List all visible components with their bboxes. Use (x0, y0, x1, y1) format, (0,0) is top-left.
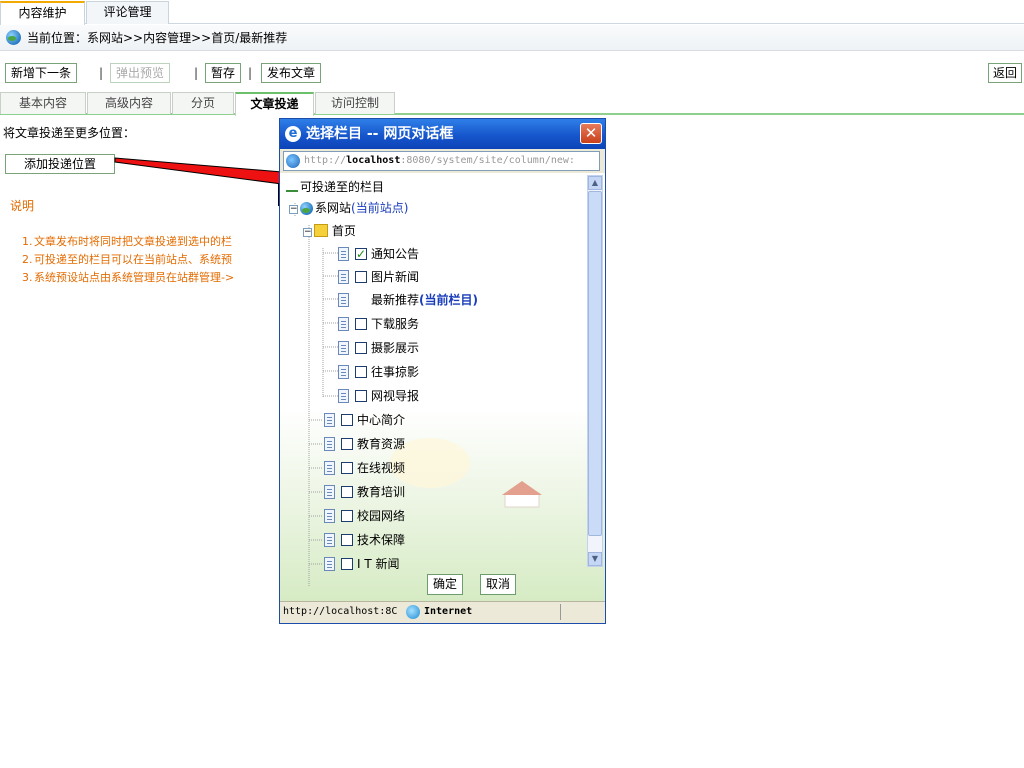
tree-item-edu-resources[interactable]: 教育资源 (324, 434, 405, 454)
tree-root-icon (286, 182, 298, 192)
cancel-button[interactable]: 取消 (480, 574, 517, 595)
dialog-titlebar: e 选择栏目 -- 网页对话框 ✕ (280, 119, 605, 149)
notes-list: 1. 文章发布时将同时把文章投递到选中的栏 2. 可投递至的栏目可以在当前站点、系统… (10, 233, 234, 287)
note-item: 2. 可投递至的栏目可以在当前站点、系统预 (22, 253, 232, 266)
checkbox-photography[interactable] (355, 342, 367, 354)
tree-item-memories[interactable]: 往事掠影 (338, 362, 419, 382)
checkbox-it-news[interactable] (341, 558, 353, 570)
document-icon (338, 317, 349, 331)
internet-zone: Internet (404, 602, 472, 622)
collapse-icon[interactable]: − (303, 228, 312, 237)
tree-node-site[interactable]: − 系网站(当前站点) (289, 198, 408, 218)
checkbox-campus-network[interactable] (341, 510, 353, 522)
ok-button[interactable]: 确定 (427, 574, 464, 595)
checkbox-about[interactable] (341, 414, 353, 426)
checkbox-tech-support[interactable] (341, 534, 353, 546)
note-item: 3. 系统预设站点由系统管理员在站群管理-> (22, 271, 235, 284)
page-icon (286, 154, 300, 168)
scrollbar-thumb[interactable] (588, 191, 602, 536)
status-url: http://localhost:8C (283, 606, 398, 617)
tree-node-home[interactable]: − 首页 (303, 221, 356, 241)
tree-item-latest: 最新推荐(当前栏目) (338, 290, 478, 310)
tree-item-edu-training[interactable]: 教育培训 (324, 482, 405, 502)
checkbox-edu-resources[interactable] (341, 438, 353, 450)
close-icon[interactable]: ✕ (580, 123, 602, 144)
checkbox-edu-training[interactable] (341, 486, 353, 498)
collapse-icon[interactable]: − (289, 205, 298, 214)
checkbox-video-guide[interactable] (355, 390, 367, 402)
status-bar: http://localhost:8C Internet (280, 601, 605, 623)
folder-icon (314, 224, 328, 237)
tree-item-it-news[interactable]: I T 新闻 (324, 554, 400, 574)
tree-item-online-video[interactable]: 在线视频 (324, 458, 405, 478)
tree-item-video-guide[interactable]: 网视导报 (338, 386, 419, 406)
tree-item-downloads[interactable]: 下载服务 (338, 314, 419, 334)
dialog-title: 选择栏目 -- 网页对话框 (306, 126, 454, 142)
document-icon (324, 437, 335, 451)
scroll-up-icon[interactable]: ▲ (588, 176, 602, 190)
tree-item-photography[interactable]: 摄影展示 (338, 338, 419, 358)
checkbox-memories[interactable] (355, 366, 367, 378)
document-icon (324, 509, 335, 523)
select-column-dialog: e 选择栏目 -- 网页对话框 ✕ http://localhost:8080/… (279, 118, 606, 624)
internet-globe-icon (406, 605, 420, 619)
document-icon (338, 389, 349, 403)
checkbox-notice[interactable] (355, 244, 367, 264)
page-root: 内容维护 评论管理 当前位置：系网站>>内容管理>>首页/最新推荐 新增下一条 … (0, 0, 1024, 768)
document-icon (338, 293, 349, 307)
status-divider (560, 604, 561, 620)
checkbox-latest-placeholder (355, 294, 367, 306)
ie-icon: e (285, 126, 301, 142)
site-globe-icon (300, 202, 313, 215)
tree-item-tech-support[interactable]: 技术保障 (324, 530, 405, 550)
checkbox-photo-news[interactable] (355, 271, 367, 283)
tree-root: 可投递至的栏目 (286, 177, 384, 197)
scroll-down-icon[interactable]: ▼ (588, 552, 602, 566)
document-icon (324, 413, 335, 427)
document-icon (324, 557, 335, 571)
tree-item-about[interactable]: 中心简介 (324, 410, 405, 430)
tree-item-campus-network[interactable]: 校园网络 (324, 506, 405, 526)
tree-item-photo-news[interactable]: 图片新闻 (338, 267, 419, 287)
document-icon (324, 533, 335, 547)
document-icon (338, 365, 349, 379)
document-icon (338, 247, 349, 261)
dialog-content: 可投递至的栏目 −系网站(当前站点) − 首页 通知公告 图片新闻 最新推荐(当… (280, 173, 605, 601)
document-icon (324, 461, 335, 475)
address-bar: http://localhost:8080/system/site/column… (280, 149, 605, 173)
note-item: 1. 文章发布时将同时把文章投递到选中的栏 (22, 235, 232, 248)
address-field[interactable]: http://localhost:8080/system/site/column… (283, 151, 600, 171)
vertical-scrollbar[interactable]: ▲ ▼ (587, 175, 603, 567)
document-icon (324, 485, 335, 499)
document-icon (338, 341, 349, 355)
checkbox-online-video[interactable] (341, 462, 353, 474)
document-icon (338, 270, 349, 284)
tree-item-notice[interactable]: 通知公告 (338, 244, 419, 264)
notes-title: 说明 (10, 199, 35, 213)
checkbox-downloads[interactable] (355, 318, 367, 330)
